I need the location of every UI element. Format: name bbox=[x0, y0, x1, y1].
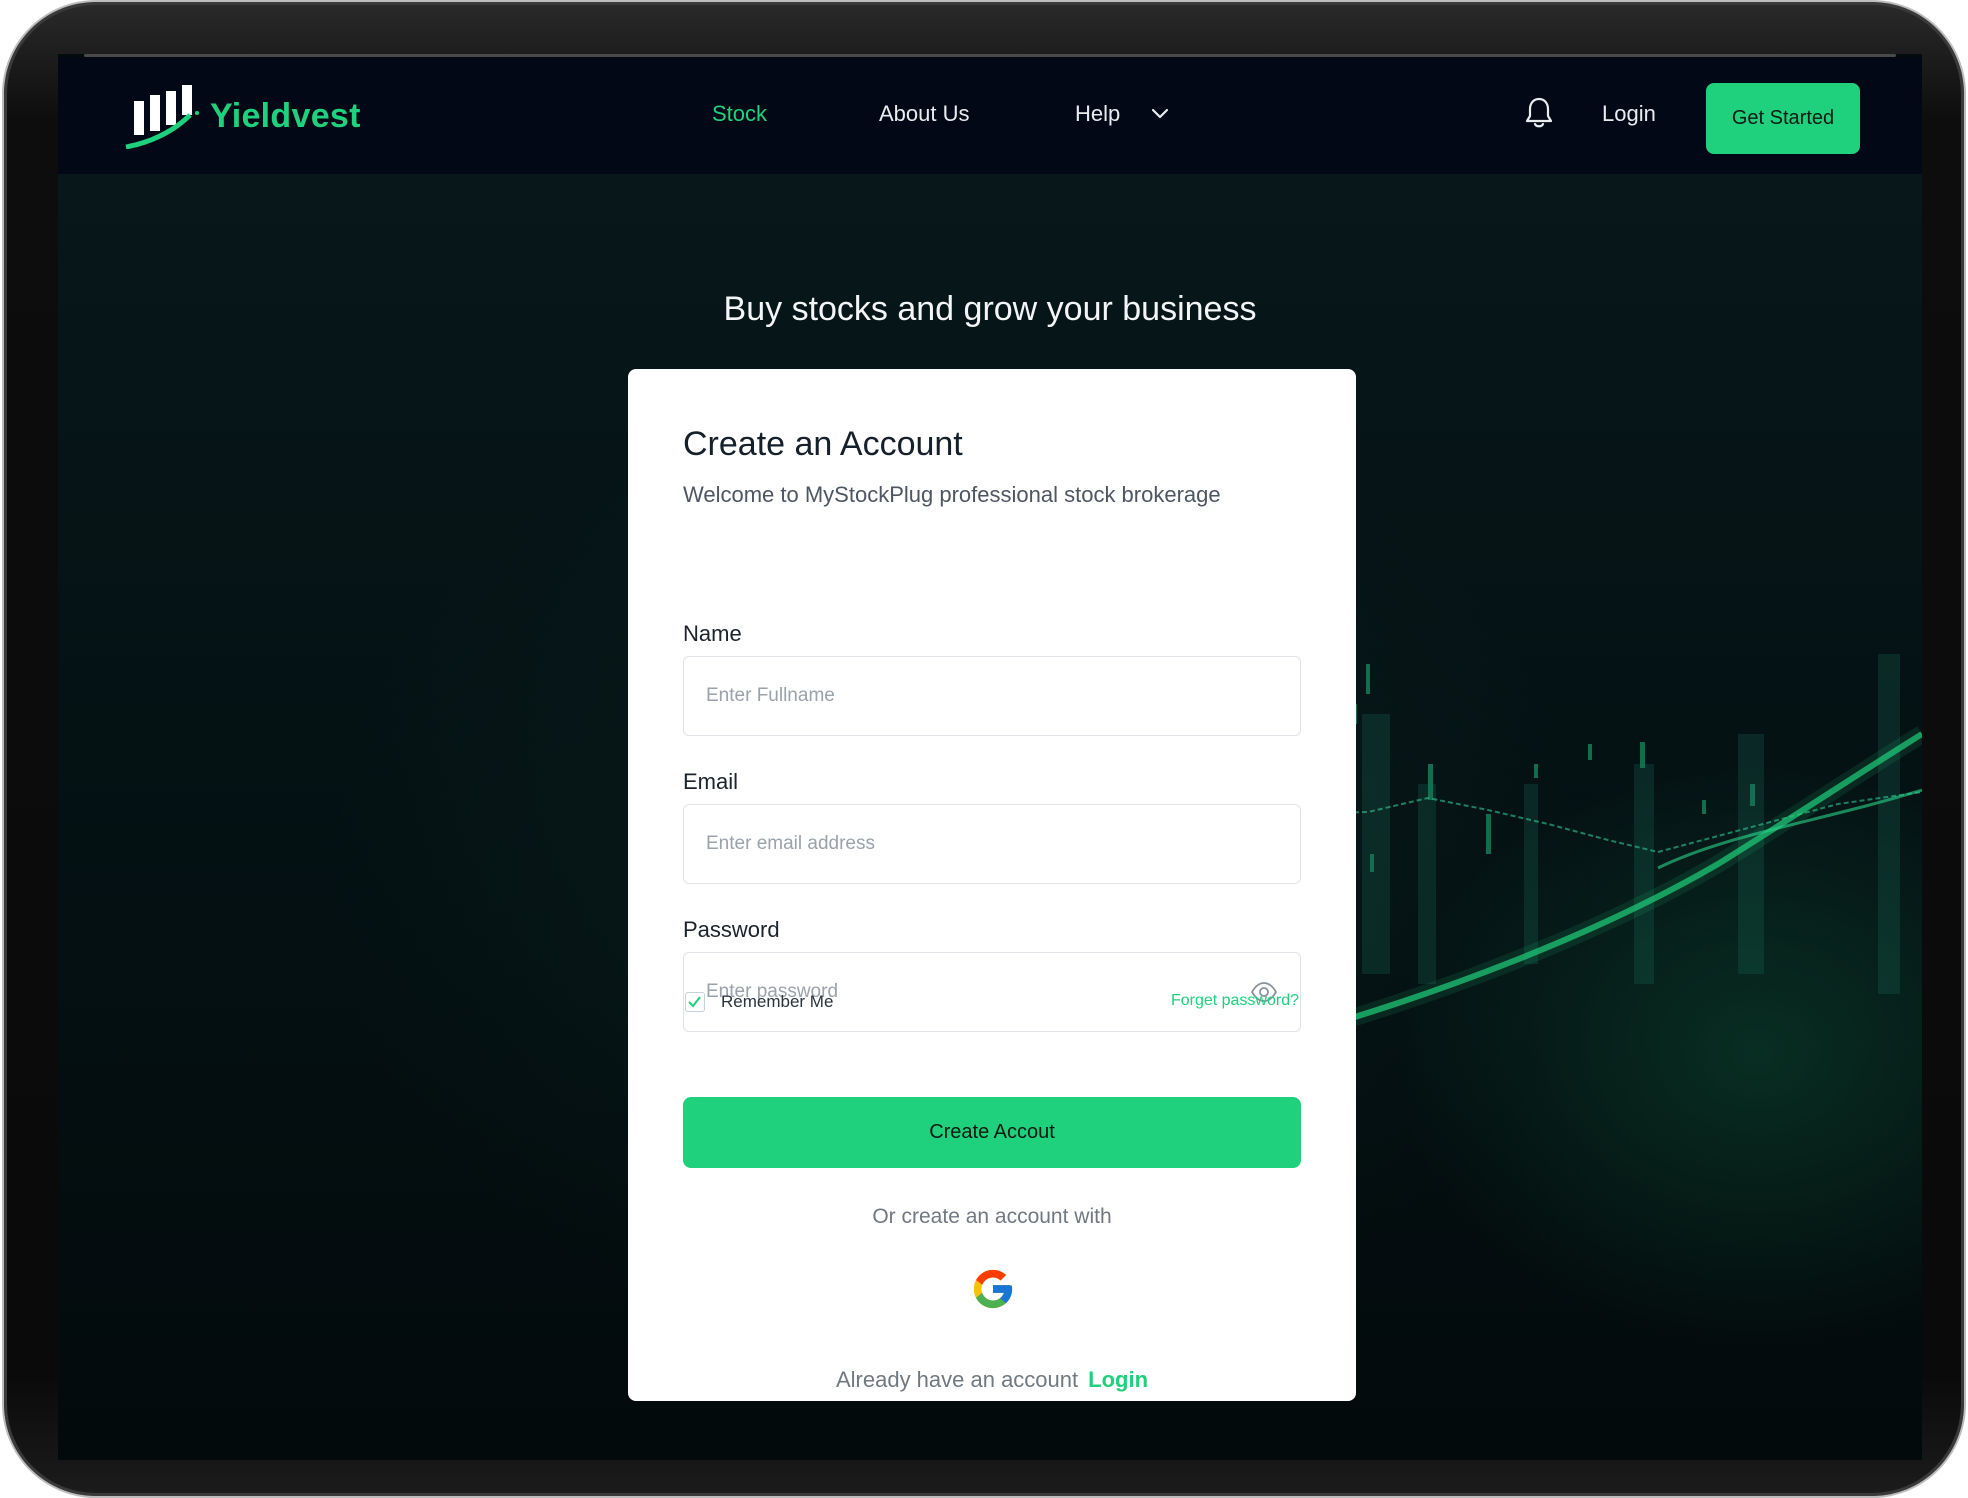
form-title: Create an Account bbox=[683, 425, 963, 463]
name-input[interactable] bbox=[684, 657, 1300, 735]
top-navbar: Yieldvest Stock About Us Help Login Get … bbox=[58, 57, 1922, 174]
remember-label: Remember Me bbox=[721, 992, 834, 1011]
device-frame: Yieldvest Stock About Us Help Login Get … bbox=[4, 2, 1964, 1496]
nav-help[interactable]: Help bbox=[1075, 101, 1120, 127]
signin-row: Already have an account Login bbox=[628, 1367, 1356, 1393]
background-stock-chart bbox=[1298, 654, 1922, 1043]
create-account-button[interactable]: Create Accout bbox=[683, 1097, 1301, 1168]
email-input[interactable] bbox=[684, 805, 1300, 883]
hero-title: Buy stocks and grow your business bbox=[723, 290, 1257, 328]
signin-login-link[interactable]: Login bbox=[1088, 1367, 1148, 1392]
form-subtitle: Welcome to MyStockPlug professional stoc… bbox=[683, 482, 1221, 507]
nav-login[interactable]: Login bbox=[1602, 101, 1656, 127]
forgot-password-link[interactable]: Forget password? bbox=[1171, 992, 1299, 1010]
signin-prompt: Already have an account bbox=[835, 1367, 1079, 1392]
google-icon[interactable] bbox=[970, 1266, 1016, 1312]
nav-stock[interactable]: Stock bbox=[712, 101, 767, 127]
nav-about-us[interactable]: About Us bbox=[879, 101, 970, 127]
name-label: Name bbox=[683, 621, 742, 646]
app-screen: Yieldvest Stock About Us Help Login Get … bbox=[58, 54, 1922, 1460]
bell-icon[interactable] bbox=[1524, 95, 1554, 129]
chevron-down-icon[interactable] bbox=[1150, 107, 1170, 121]
email-label: Email bbox=[683, 769, 739, 794]
password-label: Password bbox=[683, 917, 780, 942]
alt-signup-text: Or create an account with bbox=[872, 1205, 1112, 1228]
main-nav: Stock About Us Help Login bbox=[58, 97, 1922, 133]
remember-checkbox[interactable] bbox=[685, 992, 705, 1012]
get-started-button[interactable]: Get Started bbox=[1706, 83, 1860, 154]
name-field bbox=[683, 656, 1301, 736]
signup-card: Create an Account Welcome to MyStockPlug… bbox=[628, 369, 1356, 1401]
checkmark-icon bbox=[688, 996, 701, 1008]
email-field bbox=[683, 804, 1301, 884]
